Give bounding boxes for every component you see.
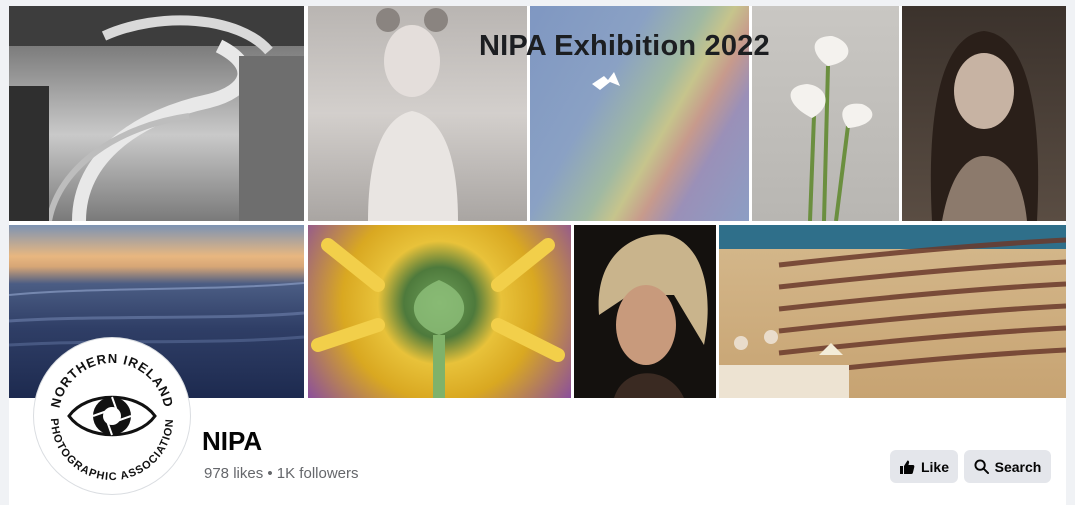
search-button[interactable]: Search	[964, 450, 1051, 483]
page-header-card: NIPA Exhibition 2022 NORTHERN IRELAND PH…	[9, 6, 1066, 505]
spiral-staircase-photo	[9, 6, 304, 221]
like-button[interactable]: Like	[890, 450, 958, 483]
calla-lily-photo	[752, 6, 899, 221]
cover-title: NIPA Exhibition 2022	[479, 30, 770, 62]
page-name: NIPA	[202, 426, 263, 456]
cover-photo[interactable]: NIPA Exhibition 2022	[9, 6, 1066, 398]
search-label: Search	[994, 458, 1042, 475]
search-icon	[974, 459, 989, 474]
smiling-girl-photo	[902, 6, 1066, 221]
sunflower-photo	[308, 225, 571, 398]
like-label: Like	[920, 458, 949, 475]
nipa-logo: NORTHERN IRELAND PHOTOGRAPHIC ASSOCIATIO…	[40, 344, 184, 488]
facebook-page: NIPA Exhibition 2022 NORTHERN IRELAND PH…	[0, 0, 1075, 505]
thumbs-up-icon	[899, 460, 915, 474]
page-stats[interactable]: 978 likes • 1K followers	[204, 465, 359, 482]
headscarf-woman-photo	[574, 225, 716, 398]
profile-picture[interactable]: NORTHERN IRELAND PHOTOGRAPHIC ASSOCIATIO…	[34, 338, 190, 494]
pharmacy-shelves-photo	[719, 225, 1066, 398]
